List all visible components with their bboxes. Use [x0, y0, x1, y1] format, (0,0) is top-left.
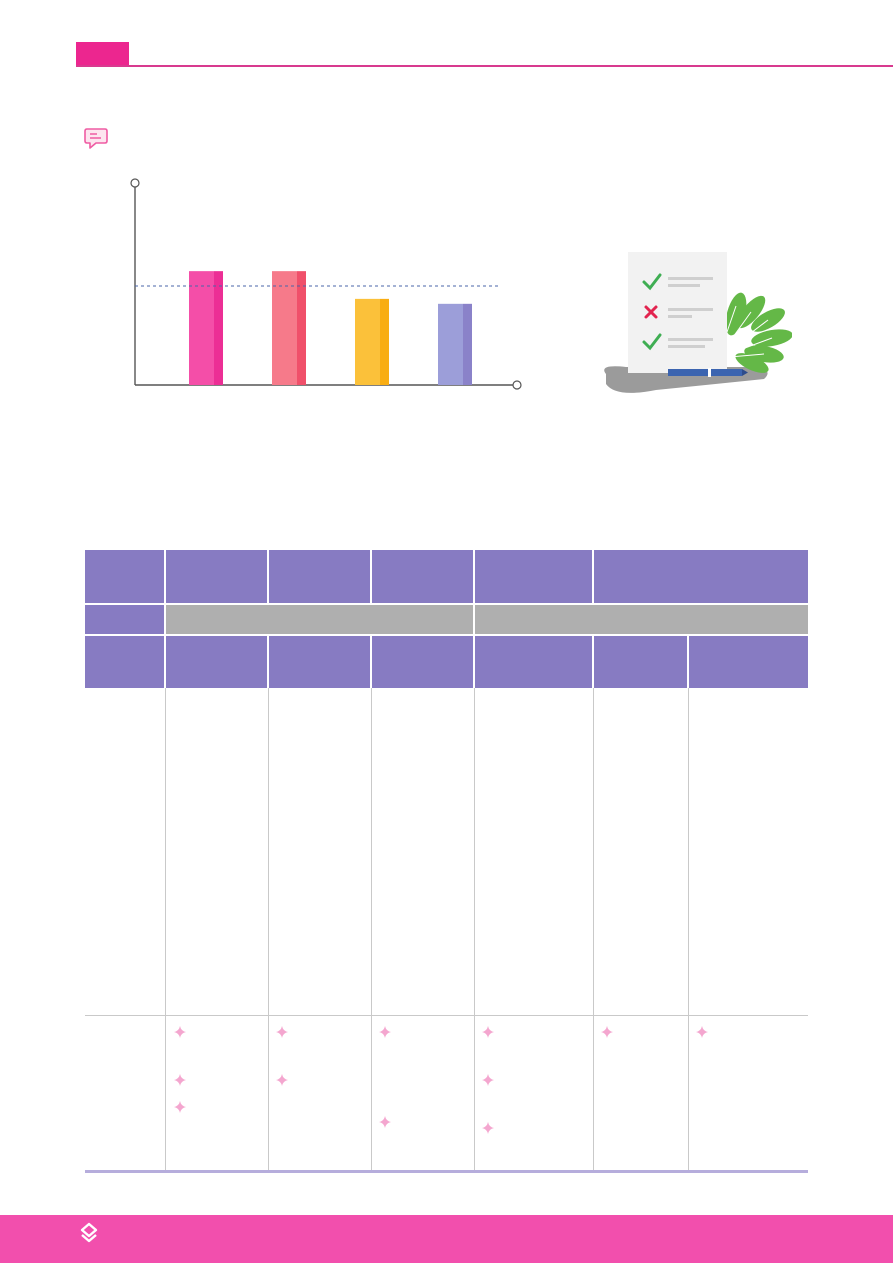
- table-divider: [688, 688, 689, 1170]
- chart-bar-shade: [297, 271, 306, 385]
- bar-chart: [130, 178, 522, 390]
- brand-logo-icon: [80, 1222, 98, 1243]
- table-header-cell: [166, 636, 267, 688]
- table-row-divider: [85, 1015, 808, 1016]
- four-point-star-icon: [482, 1074, 494, 1086]
- table-divider: [474, 688, 475, 1170]
- leaves-illustration: [725, 292, 792, 373]
- table-header-cell: [372, 636, 473, 688]
- chart-bar-shade: [380, 298, 389, 385]
- footer-bar: [0, 1215, 893, 1263]
- header-tab: [76, 42, 129, 66]
- chart-bar: [438, 303, 463, 385]
- table-divider: [165, 688, 166, 1170]
- four-point-star-icon: [696, 1026, 708, 1038]
- four-point-star-icon: [276, 1074, 288, 1086]
- chart-bar: [189, 271, 214, 385]
- table-header-cell: [475, 636, 592, 688]
- table-divider: [593, 688, 594, 1170]
- table-subheader-label-cell: [85, 605, 164, 634]
- table-header-cell: [85, 550, 164, 603]
- x-axis-end: [512, 380, 522, 390]
- four-point-star-icon: [379, 1026, 391, 1038]
- four-point-star-icon: [379, 1116, 391, 1128]
- four-point-star-icon: [276, 1026, 288, 1038]
- four-point-star-icon: [482, 1026, 494, 1038]
- four-point-star-icon: [174, 1074, 186, 1086]
- checklist-paper: [628, 252, 727, 373]
- chart-bar-shade: [214, 271, 223, 385]
- header-rule: [76, 65, 893, 67]
- four-point-star-icon: [482, 1122, 494, 1134]
- chart-bar-shade: [463, 303, 472, 385]
- table-header-cell: [594, 636, 687, 688]
- table-header-cell: [166, 550, 267, 603]
- table-header-cell: [475, 550, 592, 603]
- table-divider: [371, 688, 372, 1170]
- table-header-cell: [372, 550, 473, 603]
- table-subheader-cell: [166, 605, 473, 634]
- pen-icon: [668, 368, 748, 377]
- table-bottom-rule: [85, 1170, 808, 1173]
- four-point-star-icon: [601, 1026, 613, 1038]
- checklist-illustration: [604, 252, 792, 393]
- table-header-cell: [85, 636, 164, 688]
- table-divider: [268, 688, 269, 1170]
- table-header-cell: [269, 636, 370, 688]
- data-table: [85, 550, 808, 1174]
- table-subheader-cell: [475, 605, 808, 634]
- speech-note-icon: [84, 128, 108, 149]
- table-header-cell: [594, 550, 808, 603]
- chart-bar: [272, 271, 297, 385]
- table-header-cell: [689, 636, 808, 688]
- four-point-star-icon: [174, 1101, 186, 1113]
- four-point-star-icon: [174, 1026, 186, 1038]
- table-header-cell: [269, 550, 370, 603]
- y-axis-end: [130, 178, 140, 188]
- bar-group: [189, 271, 472, 385]
- chart-bar: [355, 298, 380, 385]
